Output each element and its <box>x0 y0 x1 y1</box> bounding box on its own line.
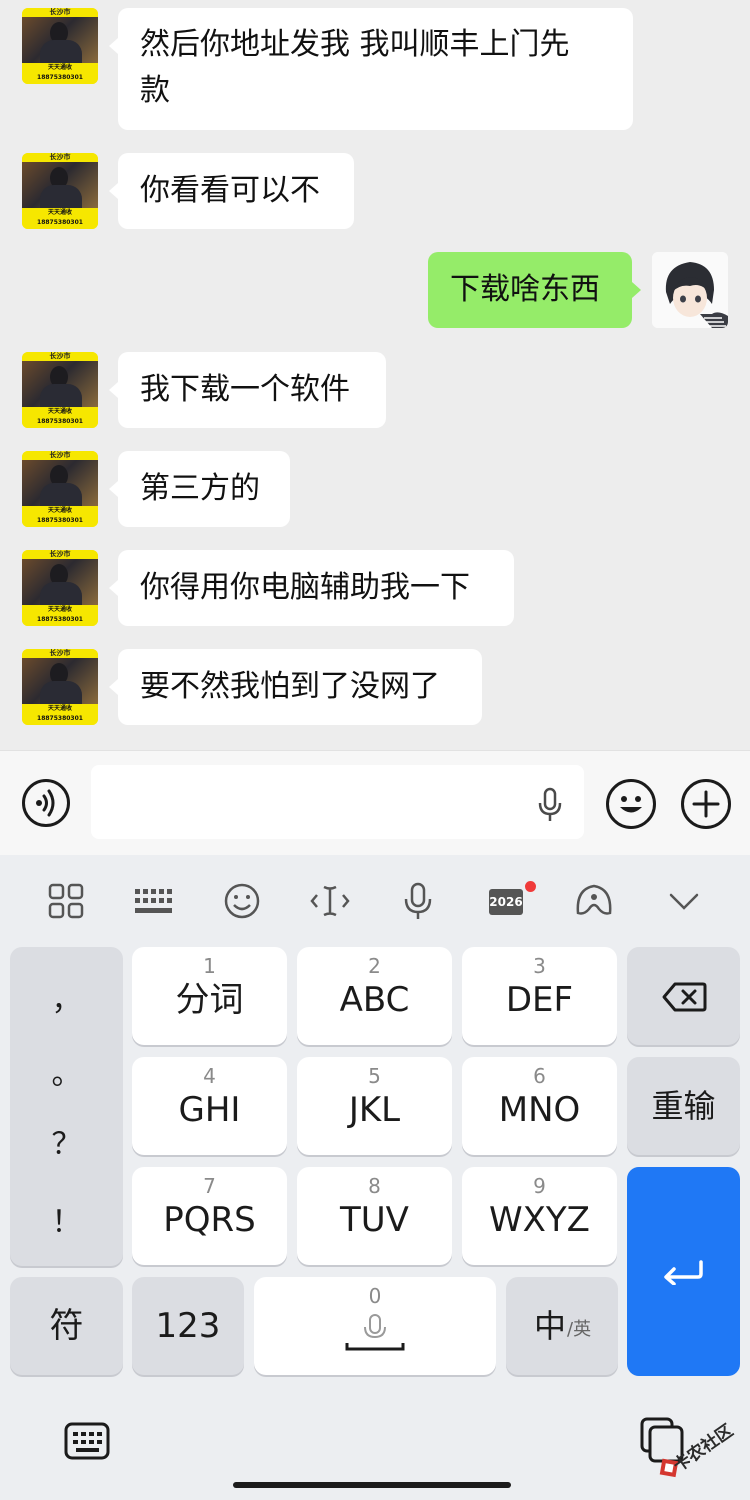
message-bubble[interactable]: 你看看可以不 <box>118 153 354 229</box>
message-text: 然后你地址发我 我叫顺丰上门先 <box>140 27 570 62</box>
keyboard-icon[interactable] <box>129 881 179 921</box>
backspace-icon <box>662 982 707 1012</box>
language-switch-key[interactable]: 中 /英 <box>506 1277 618 1375</box>
number-key[interactable]: 123 <box>132 1277 244 1375</box>
message-text: 你得用你电脑辅助我一下 <box>140 570 470 605</box>
more-button[interactable] <box>681 779 731 829</box>
key-9[interactable]: 9 WXYZ <box>462 1167 617 1265</box>
message-bubble[interactable]: 要不然我怕到了没网了 <box>118 649 482 725</box>
message-row: 长沙市 天天通收 18875380301 然后你地址发我 我叫顺丰上门先 款 <box>0 8 750 133</box>
key-4[interactable]: 4 GHI <box>132 1057 287 1155</box>
emoji-button[interactable] <box>606 779 656 829</box>
avatar-city-text: 长沙市 <box>22 8 98 17</box>
contact-avatar[interactable]: 长沙市 天天通收 18875380301 <box>22 649 98 725</box>
skin-theme-icon[interactable] <box>569 881 619 921</box>
period-key[interactable]: 。 <box>10 1049 123 1093</box>
contact-avatar[interactable]: 长沙市 天天通收 18875380301 <box>22 352 98 428</box>
question-key[interactable]: ？ <box>10 1119 123 1163</box>
message-bubble[interactable]: 你得用你电脑辅助我一下 <box>118 550 514 626</box>
avatar-phone-text: 18875380301 <box>37 74 83 81</box>
microphone-icon[interactable] <box>537 787 563 823</box>
key-2[interactable]: 2 ABC <box>297 947 452 1045</box>
chat-input-bar <box>0 750 750 856</box>
voice-toggle-button[interactable] <box>22 779 70 827</box>
key-8[interactable]: 8 TUV <box>297 1167 452 1265</box>
emoji-icon[interactable] <box>217 881 267 921</box>
calendar-2026-icon[interactable]: 2026 <box>481 881 536 921</box>
message-bubble[interactable]: 第三方的 <box>118 451 290 527</box>
punctuation-column[interactable]: ， 。 ？ ！ <box>10 947 123 1266</box>
key-6[interactable]: 6 MNO <box>462 1057 617 1155</box>
keyboard-switch-icon[interactable] <box>62 1420 112 1462</box>
contact-avatar[interactable]: 长沙市 天天通收 18875380301 <box>22 8 98 84</box>
microphone-icon[interactable] <box>393 881 443 921</box>
message-bubble[interactable]: 我下载一个软件 <box>118 352 386 428</box>
comma-key[interactable]: ， <box>10 975 123 1019</box>
message-row: 下载啥东西 <box>0 252 750 328</box>
watermark-logo: 卡农社区 <box>648 1410 748 1490</box>
exclamation-key[interactable]: ！ <box>10 1197 123 1241</box>
key-1[interactable]: 1 分词 <box>132 947 287 1045</box>
calendar-year-label: 2026 <box>489 895 523 909</box>
key-5[interactable]: 5 JKL <box>297 1057 452 1155</box>
self-avatar[interactable] <box>652 252 728 328</box>
grid-apps-icon[interactable] <box>42 881 92 921</box>
collapse-chevron-icon[interactable] <box>659 881 709 921</box>
key-3[interactable]: 3 DEF <box>462 947 617 1045</box>
message-row: 长沙市 天天通收 18875380301 你得用你电脑辅助我一下 <box>0 550 750 626</box>
message-text: 款 <box>140 73 170 108</box>
ime-keyboard: 2026 ， 。 ？ ！ 1 分词 2 ABC 3 DEF 4 GHI 5 JK… <box>0 855 750 1500</box>
message-text: 你看看可以不 <box>140 173 320 208</box>
avatar-brand-text: 天天通收 <box>47 64 72 71</box>
contact-avatar[interactable]: 长沙市 天天通收 18875380301 <box>22 153 98 229</box>
smiley-icon <box>620 796 642 813</box>
message-row: 长沙市 天天通收 18875380301 你看看可以不 <box>0 153 750 229</box>
notification-dot <box>525 881 536 892</box>
reinput-key[interactable]: 重输 <box>627 1057 740 1155</box>
key-7[interactable]: 7 PQRS <box>132 1167 287 1265</box>
message-bubble[interactable]: 然后你地址发我 我叫顺丰上门先 款 <box>118 8 633 130</box>
message-text: 第三方的 <box>140 471 260 506</box>
enter-key[interactable] <box>627 1167 740 1376</box>
chat-area: 长沙市 天天通收 18875380301 然后你地址发我 我叫顺丰上门先 款 长… <box>0 0 750 750</box>
contact-avatar[interactable]: 长沙市 天天通收 18875380301 <box>22 550 98 626</box>
cursor-icon[interactable] <box>305 881 355 921</box>
space-microphone-icon <box>345 1314 405 1351</box>
message-row: 长沙市 天天通收 18875380301 要不然我怕到了没网了 <box>0 649 750 725</box>
plus-icon <box>692 790 720 818</box>
message-input[interactable] <box>91 765 584 839</box>
message-text: 我下载一个软件 <box>140 372 350 407</box>
message-bubble-self[interactable]: 下载啥东西 <box>428 252 632 328</box>
voice-wave-icon <box>36 789 55 817</box>
message-text: 要不然我怕到了没网了 <box>140 669 440 704</box>
message-row: 长沙市 天天通收 18875380301 第三方的 <box>0 451 750 527</box>
contact-avatar[interactable]: 长沙市 天天通收 18875380301 <box>22 451 98 527</box>
home-indicator[interactable] <box>233 1482 511 1488</box>
symbol-key[interactable]: 符 <box>10 1277 123 1375</box>
anime-boy-avatar-icon <box>652 252 728 328</box>
message-text: 下载啥东西 <box>450 272 600 307</box>
backspace-key[interactable] <box>627 947 740 1045</box>
space-key[interactable]: 0 <box>254 1277 496 1375</box>
message-row: 长沙市 天天通收 18875380301 我下载一个软件 <box>0 352 750 428</box>
enter-arrow-icon <box>664 1260 703 1285</box>
